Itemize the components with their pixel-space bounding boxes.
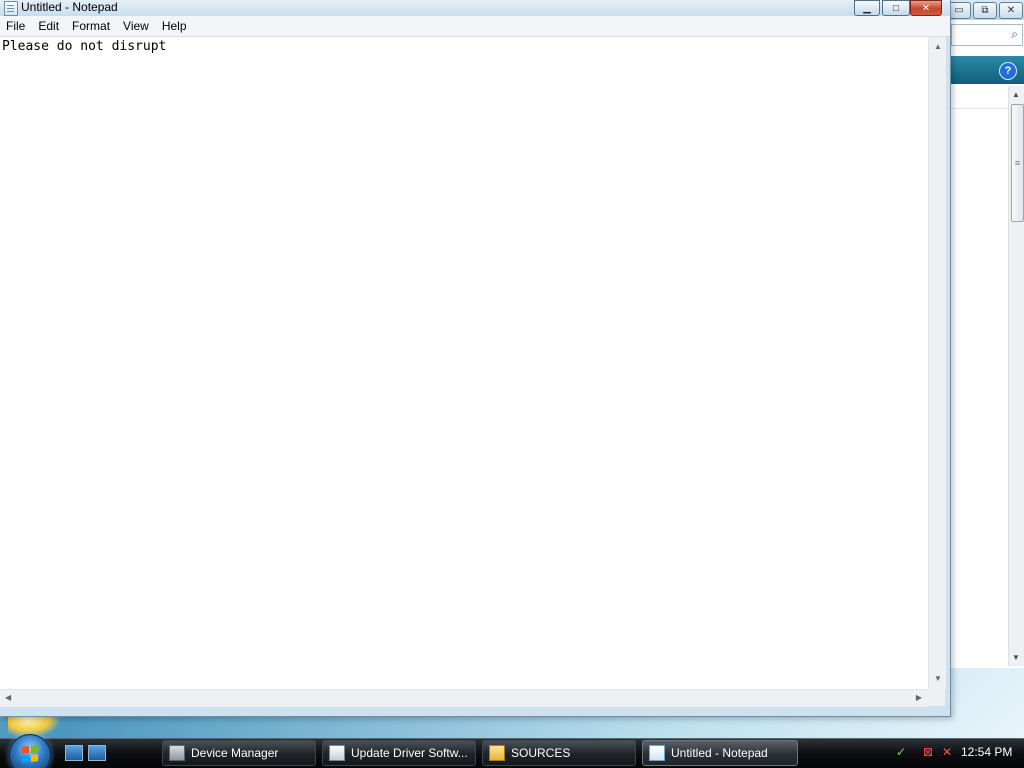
- menu-help[interactable]: Help: [156, 19, 194, 33]
- close-button[interactable]: ✕: [910, 0, 942, 16]
- scroll-left-icon[interactable]: ◀: [5, 694, 11, 702]
- menu-edit[interactable]: Edit: [32, 19, 66, 33]
- close-button[interactable]: ✕: [999, 2, 1023, 19]
- taskbar-button-update-driver[interactable]: Update Driver Softw...: [322, 740, 476, 766]
- background-window-titlebar[interactable]: ▭ ⧉ ✕: [941, 0, 1024, 20]
- taskbar-button-label: Untitled - Notepad: [671, 746, 768, 760]
- taskbar-button-device-manager[interactable]: Device Manager: [162, 740, 316, 766]
- text-editor-area[interactable]: Please do not disrupt: [0, 37, 928, 689]
- taskbar-button-label: Device Manager: [191, 746, 279, 760]
- scroll-right-icon[interactable]: ▶: [916, 694, 922, 702]
- switch-windows-icon[interactable]: [88, 745, 106, 761]
- volume-muted-icon[interactable]: ✕: [939, 744, 955, 760]
- restore-button[interactable]: ⧉: [973, 2, 997, 19]
- vertical-scrollbar[interactable]: ▲ ▼: [928, 37, 946, 689]
- driver-icon: [329, 745, 345, 761]
- network-status-icon[interactable]: ✓: [893, 744, 909, 760]
- folder-icon: [489, 745, 505, 761]
- minimize-button[interactable]: ▁: [854, 0, 880, 16]
- taskbar-button-notepad[interactable]: Untitled - Notepad: [642, 740, 798, 766]
- menu-file[interactable]: File: [0, 19, 32, 33]
- list-divider: [951, 108, 1011, 109]
- windows-logo-icon: [22, 745, 38, 763]
- window-title: Untitled - Notepad: [21, 0, 118, 14]
- device-manager-icon: [169, 745, 185, 761]
- size-grip[interactable]: [928, 689, 945, 706]
- menu-bar: File Edit Format View Help: [0, 16, 950, 37]
- menu-view[interactable]: View: [117, 19, 156, 33]
- show-desktop-icon[interactable]: [65, 745, 83, 761]
- scroll-down-icon[interactable]: ▼: [1012, 653, 1020, 662]
- background-window[interactable]: ▭ ⧉ ✕ ⌕ ? ▲ ≡ ▼: [940, 0, 1024, 668]
- scrollbar-thumb[interactable]: ≡: [1011, 104, 1024, 222]
- maximize-button[interactable]: □: [882, 0, 910, 16]
- taskbar-button-sources[interactable]: SOURCES: [482, 740, 636, 766]
- start-button[interactable]: [9, 734, 51, 768]
- scroll-up-icon[interactable]: ▲: [934, 43, 942, 51]
- notepad-icon: [4, 1, 18, 16]
- taskbar-button-label: SOURCES: [511, 746, 571, 760]
- document-text[interactable]: Please do not disrupt: [2, 39, 166, 54]
- menu-format[interactable]: Format: [66, 19, 117, 33]
- scroll-up-icon[interactable]: ▲: [1012, 90, 1020, 99]
- taskbar-button-label: Update Driver Softw...: [351, 746, 468, 760]
- help-icon[interactable]: ?: [999, 62, 1017, 80]
- background-vertical-scrollbar[interactable]: ▲ ≡ ▼: [1008, 86, 1024, 666]
- notepad-titlebar[interactable]: Untitled - Notepad ▁ □ ✕: [0, 0, 950, 16]
- search-icon[interactable]: ⌕: [1011, 27, 1018, 42]
- network-disconnected-icon[interactable]: ⊠: [920, 744, 936, 760]
- taskbar-clock[interactable]: 12:54 PM: [961, 745, 1012, 759]
- horizontal-scrollbar[interactable]: ◀ ▶: [0, 689, 928, 707]
- notepad-icon: [649, 745, 665, 761]
- notepad-window[interactable]: Untitled - Notepad ▁ □ ✕ File Edit Forma…: [0, 0, 951, 717]
- background-search-input[interactable]: ⌕: [951, 24, 1023, 46]
- scroll-down-icon[interactable]: ▼: [934, 675, 942, 683]
- background-toolbar: ?: [941, 56, 1024, 84]
